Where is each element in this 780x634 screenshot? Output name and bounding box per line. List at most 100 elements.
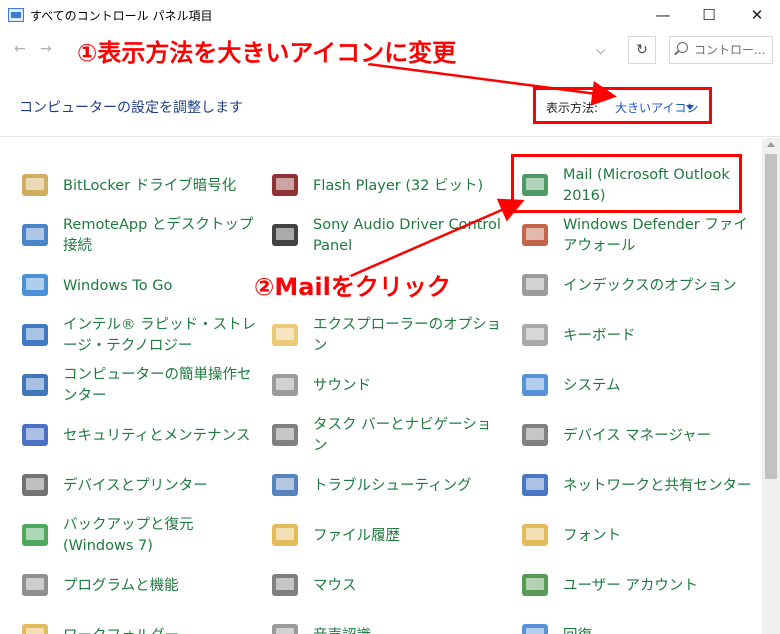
- control-panel-item-label: システム: [563, 377, 621, 394]
- usb-drive-icon: [19, 269, 51, 301]
- control-panel-item[interactable]: システム: [519, 361, 755, 411]
- control-panel-item[interactable]: インテル® ラピッド・ストレージ・テクノロジー: [19, 311, 259, 361]
- page-title: コンピューターの設定を調整します: [19, 100, 243, 116]
- close-button[interactable]: ✕: [734, 0, 780, 31]
- control-panel-item[interactable]: バックアップと復元 (Windows 7): [19, 511, 259, 561]
- fonts-icon: [519, 519, 551, 551]
- remoteapp-icon: [19, 219, 51, 251]
- control-panel-item-label: インデックスのオプション: [563, 277, 737, 294]
- control-panel-item-label: 音声認識: [313, 611, 505, 634]
- control-panel-item[interactable]: デバイス マネージャー: [519, 411, 755, 461]
- control-panel-item-label: デバイス マネージャー: [563, 427, 712, 444]
- control-panel-item-label: キーボード: [563, 327, 636, 344]
- control-panel-item-label: Flash Player (32 ビット): [313, 177, 484, 194]
- control-panel-item-label: Windows To Go: [63, 277, 173, 294]
- control-panel-item[interactable]: Flash Player (32 ビット): [269, 161, 505, 211]
- control-panel-item[interactable]: ネットワークと共有センター: [519, 461, 755, 511]
- control-panel-item-label: ワークフォルダー: [63, 611, 259, 634]
- file-history-icon: [269, 519, 301, 551]
- mouse-icon: [269, 569, 301, 601]
- control-panel-item[interactable]: Windows To Go: [19, 261, 259, 311]
- control-panel-item[interactable]: エクスプローラーのオプション: [269, 311, 505, 361]
- control-panel-item[interactable]: セキュリティとメンテナンス: [19, 411, 259, 461]
- bitlocker-icon: [19, 169, 51, 201]
- microphone-icon: [269, 619, 301, 634]
- control-panel-icon: [8, 8, 24, 22]
- control-panel-item-label: ファイル履歴: [313, 527, 400, 544]
- troubleshoot-icon: [269, 469, 301, 501]
- control-panel-item-label: ユーザー アカウント: [563, 577, 698, 594]
- minimize-button[interactable]: —: [640, 0, 686, 31]
- control-panel-item[interactable]: 音声認識: [269, 611, 505, 634]
- control-panel-item[interactable]: タスク バーとナビゲーション: [269, 411, 505, 461]
- annotation-step2: ②Mailをクリック: [254, 273, 451, 301]
- backup-icon: [19, 519, 51, 551]
- network-icon: [519, 469, 551, 501]
- control-panel-item[interactable]: コンピューターの簡単操作センター: [19, 361, 259, 411]
- control-panel-item[interactable]: ワークフォルダー: [19, 611, 259, 634]
- control-panel-item[interactable]: インデックスのオプション: [519, 261, 755, 311]
- refresh-button[interactable]: ↻: [628, 36, 656, 64]
- control-panel-item-label: フォント: [563, 527, 621, 544]
- control-panel-item[interactable]: ファイル履歴: [269, 511, 505, 561]
- control-panel-item-label: タスク バーとナビゲーション: [313, 417, 492, 454]
- search-icon: [677, 42, 688, 53]
- scroll-thumb[interactable]: [765, 154, 777, 479]
- system-icon: [519, 369, 551, 401]
- firewall-icon: [519, 219, 551, 251]
- control-panel-item-label: バックアップと復元 (Windows 7): [63, 517, 194, 554]
- control-panel-item-label: Windows Defender ファイアウォール: [563, 217, 748, 254]
- user-accounts-icon: [519, 569, 551, 601]
- indexing-icon: [519, 269, 551, 301]
- control-panel-item[interactable]: Sony Audio Driver Control Panel: [269, 211, 505, 261]
- scroll-up-icon[interactable]: [767, 142, 775, 147]
- vertical-scrollbar[interactable]: [762, 138, 780, 634]
- control-panel-item-label: Sony Audio Driver Control Panel: [313, 217, 501, 254]
- control-panel-item-label: エクスプローラーのオプション: [313, 317, 502, 354]
- maximize-button[interactable]: ☐: [686, 0, 732, 31]
- control-panel-item-label: セキュリティとメンテナンス: [63, 427, 251, 444]
- annotation-box-mail: [511, 154, 742, 213]
- control-panel-item-label: マウス: [313, 577, 357, 594]
- control-panel-item[interactable]: キーボード: [519, 311, 755, 361]
- address-history-dropdown[interactable]: ⌵: [596, 43, 605, 58]
- control-panel-item[interactable]: ユーザー アカウント: [519, 561, 755, 611]
- control-panel-item[interactable]: マウス: [269, 561, 505, 611]
- window-title: すべてのコントロール パネル項目: [30, 9, 213, 23]
- control-panel-item[interactable]: トラブルシューティング: [269, 461, 505, 511]
- control-panel-item-label: BitLocker ドライブ暗号化: [63, 177, 237, 194]
- intel-rst-icon: [19, 319, 51, 351]
- control-panel-item[interactable]: デバイスとプリンター: [19, 461, 259, 511]
- back-button[interactable]: ←: [14, 41, 26, 57]
- annotation-box-view-by: [533, 87, 712, 124]
- forward-button[interactable]: →: [40, 41, 52, 57]
- control-panel-item[interactable]: フォント: [519, 511, 755, 561]
- sony-audio-icon: [269, 219, 301, 251]
- flash-icon: [269, 169, 301, 201]
- control-panel-item-label: コンピューターの簡単操作センター: [63, 367, 252, 404]
- recovery-icon: [519, 619, 551, 634]
- keyboard-icon: [519, 319, 551, 351]
- taskbar-icon: [269, 419, 301, 451]
- control-panel-item-label: インテル® ラピッド・ストレージ・テクノロジー: [63, 317, 257, 354]
- control-panel-item[interactable]: プログラムと機能: [19, 561, 259, 611]
- control-panel-item-label: ネットワークと共有センター: [563, 477, 752, 494]
- control-panel-item[interactable]: BitLocker ドライブ暗号化: [19, 161, 259, 211]
- control-panel-item-label: 回復: [563, 611, 755, 634]
- control-panel-item-label: プログラムと機能: [63, 577, 179, 594]
- speaker-icon: [269, 369, 301, 401]
- device-manager-icon: [519, 419, 551, 451]
- security-flag-icon: [19, 419, 51, 451]
- work-folders-icon: [19, 619, 51, 634]
- printer-icon: [19, 469, 51, 501]
- control-panel-item[interactable]: サウンド: [269, 361, 505, 411]
- control-panel-item-label: トラブルシューティング: [313, 477, 472, 494]
- control-panel-item-label: デバイスとプリンター: [63, 477, 208, 494]
- control-panel-item-label: サウンド: [313, 377, 371, 394]
- ease-of-access-icon: [19, 369, 51, 401]
- control-panel-item[interactable]: RemoteApp とデスクトップ接続: [19, 211, 259, 261]
- programs-icon: [19, 569, 51, 601]
- control-panel-item[interactable]: 回復: [519, 611, 755, 634]
- title-bar: すべてのコントロール パネル項目 — ☐ ✕: [0, 0, 780, 31]
- control-panel-item[interactable]: Windows Defender ファイアウォール: [519, 211, 755, 261]
